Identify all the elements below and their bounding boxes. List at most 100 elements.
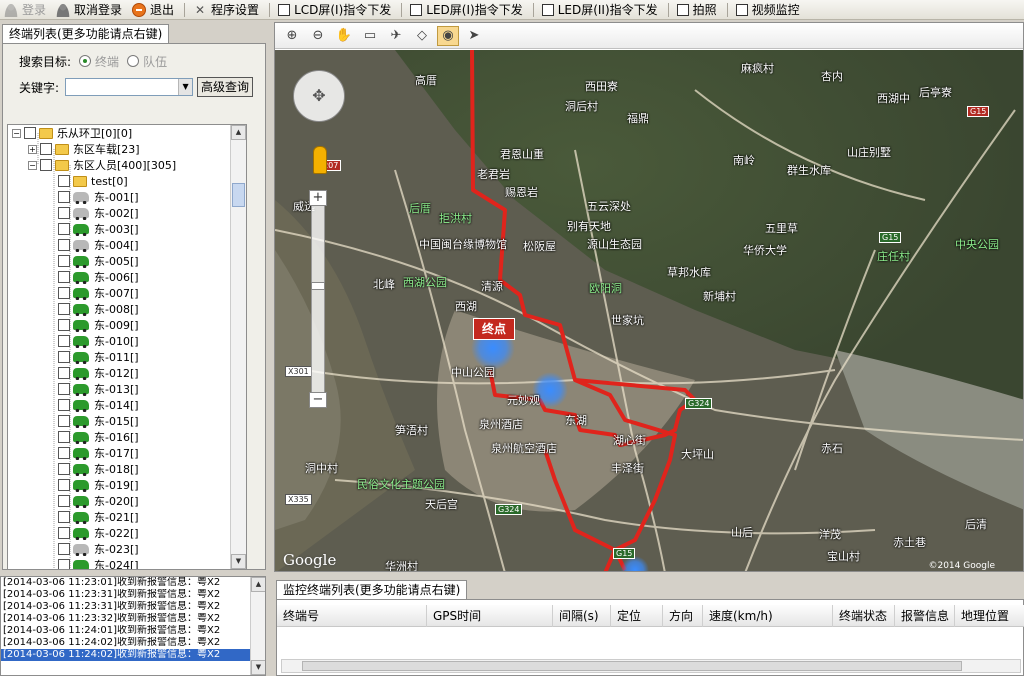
terminal-list-tab[interactable]: 终端列表(更多功能请点右键)	[2, 24, 170, 44]
terminal-item[interactable]: 东-013[]	[58, 381, 139, 397]
terminal-item[interactable]: 东-011[]	[58, 349, 139, 365]
lcd-command-button[interactable]: LCD屏(I)指令下发	[274, 0, 397, 20]
checkbox[interactable]	[58, 319, 70, 331]
terminal-item[interactable]: 东-003[]	[58, 221, 139, 237]
settings-button[interactable]: ✕ 程序设置	[189, 0, 265, 20]
tree-group[interactable]: − 东区人员[400][305]	[28, 157, 176, 173]
checkbox[interactable]	[58, 191, 70, 203]
column-header[interactable]: 速度(km/h)	[703, 605, 833, 627]
login-button[interactable]: 登录	[0, 0, 52, 20]
terminal-item[interactable]: 东-012[]	[58, 365, 139, 381]
log-entry[interactable]: [2014-03-06 11:23:32]收到新报警信息：粤X2	[1, 613, 265, 625]
checkbox[interactable]	[58, 367, 70, 379]
log-entry[interactable]: [2014-03-06 11:24:02]收到新报警信息：粤X2	[1, 637, 265, 649]
checkbox[interactable]	[58, 559, 70, 569]
led2-command-button[interactable]: LED屏(II)指令下发	[538, 0, 664, 20]
chevron-down-icon[interactable]: ▼	[178, 79, 193, 95]
map-view[interactable]: 高厝 西田寮 洞后村 福鼎 麻疯村 杏内 西湖中 后亭寮 君恩山重 老君岩 赐恩岩 五云深处 别有天地 南…	[275, 50, 1023, 571]
checkbox[interactable]	[58, 399, 70, 411]
terminal-item[interactable]: 东-002[]	[58, 205, 139, 221]
checkbox[interactable]	[58, 175, 70, 187]
log-entry[interactable]: [2014-03-06 11:23:01]收到新报警信息：粤X2	[1, 577, 265, 589]
pointer-icon[interactable]: ➤	[463, 26, 485, 46]
checkbox[interactable]	[58, 207, 70, 219]
scroll-up-icon[interactable]: ▲	[251, 577, 265, 592]
terminal-item[interactable]: 东-006[]	[58, 269, 139, 285]
terminal-item[interactable]: 东-024[]	[58, 557, 139, 569]
scroll-up-icon[interactable]: ▲	[231, 125, 246, 140]
terminal-item[interactable]: 东-022[]	[58, 525, 139, 541]
terminal-item[interactable]: 东-009[]	[58, 317, 139, 333]
terminal-item[interactable]: 东-020[]	[58, 493, 139, 509]
column-header[interactable]: 间隔(s)	[553, 605, 611, 627]
terminal-item[interactable]: 东-019[]	[58, 477, 139, 493]
checkbox[interactable]	[58, 431, 70, 443]
advanced-search-button[interactable]: 高级查询	[197, 77, 254, 97]
column-header[interactable]: 报警信息	[895, 605, 955, 627]
checkbox[interactable]	[58, 511, 70, 523]
log-entry[interactable]: [2014-03-06 11:23:31]收到新报警信息：粤X2	[1, 589, 265, 601]
column-header[interactable]: 定位	[611, 605, 663, 627]
column-header[interactable]: 终端状态	[833, 605, 895, 627]
tree-group[interactable]: test[0]	[58, 173, 128, 189]
terminal-item[interactable]: 东-010[]	[58, 333, 139, 349]
radio-team[interactable]	[127, 55, 140, 67]
checkbox[interactable]	[58, 495, 70, 507]
zoom-in-icon[interactable]: ⊕	[281, 26, 303, 46]
terminal-item[interactable]: 东-023[]	[58, 541, 139, 557]
scroll-thumb[interactable]	[302, 661, 962, 671]
terminal-item[interactable]: 东-005[]	[58, 253, 139, 269]
end-point-marker[interactable]: 终点	[473, 318, 515, 340]
pan-hand-icon[interactable]: ✋	[333, 26, 355, 46]
checkbox[interactable]	[58, 239, 70, 251]
checkbox[interactable]	[58, 383, 70, 395]
checkbox[interactable]	[58, 415, 70, 427]
terminal-item[interactable]: 东-021[]	[58, 509, 139, 525]
checkbox[interactable]	[58, 303, 70, 315]
checkbox[interactable]	[58, 287, 70, 299]
checkbox[interactable]	[58, 479, 70, 491]
checkbox[interactable]	[58, 351, 70, 363]
checkbox[interactable]	[58, 335, 70, 347]
cancel-login-button[interactable]: 取消登录	[52, 0, 128, 20]
map-pan-control[interactable]: ✥	[293, 70, 345, 122]
checkbox[interactable]	[24, 127, 36, 139]
scroll-thumb[interactable]	[232, 183, 245, 207]
collapse-icon[interactable]: −	[12, 128, 21, 138]
column-header[interactable]: GPS时间	[427, 605, 553, 627]
eye-icon[interactable]: ◉	[437, 25, 459, 46]
video-button[interactable]: 视频监控	[732, 0, 806, 20]
exit-button[interactable]: 退出	[128, 0, 180, 20]
eraser-icon[interactable]: ◇	[411, 26, 433, 46]
terminal-item[interactable]: 东-008[]	[58, 301, 139, 317]
checkbox[interactable]	[58, 255, 70, 267]
checkbox[interactable]	[58, 463, 70, 475]
locate-icon[interactable]: ✈	[385, 26, 407, 46]
checkbox[interactable]	[58, 527, 70, 539]
column-header[interactable]: 终端号	[277, 605, 427, 627]
tree-root[interactable]: − 乐从环卫[0][0]	[12, 125, 132, 141]
led1-command-button[interactable]: LED屏(I)指令下发	[406, 0, 528, 20]
map-zoom-in-button[interactable]: +	[309, 190, 327, 206]
collapse-icon[interactable]: −	[28, 160, 37, 170]
expand-icon[interactable]: +	[28, 144, 37, 154]
terminal-item[interactable]: 东-007[]	[58, 285, 139, 301]
checkbox[interactable]	[40, 143, 52, 155]
terminal-item[interactable]: 东-014[]	[58, 397, 139, 413]
monitor-list-tab[interactable]: 监控终端列表(更多功能请点右键)	[276, 580, 468, 600]
zoom-slider[interactable]	[311, 190, 325, 400]
terminal-item[interactable]: 东-017[]	[58, 445, 139, 461]
checkbox[interactable]	[58, 223, 70, 235]
tree-scrollbar[interactable]: ▲ ▼	[230, 125, 246, 569]
terminal-item[interactable]: 东-004[]	[58, 237, 139, 253]
terminal-item[interactable]: 东-016[]	[58, 429, 139, 445]
checkbox[interactable]	[40, 159, 52, 171]
checkbox[interactable]	[58, 271, 70, 283]
horizontal-scrollbar[interactable]	[281, 659, 1021, 673]
log-scrollbar[interactable]: ▲ ▼	[250, 577, 265, 675]
terminal-item[interactable]: 东-001[]	[58, 189, 139, 205]
street-view-pegman-icon[interactable]	[313, 146, 327, 174]
terminal-item[interactable]: 东-018[]	[58, 461, 139, 477]
zoom-out-icon[interactable]: ⊖	[307, 26, 329, 46]
column-header[interactable]: 方向	[663, 605, 703, 627]
